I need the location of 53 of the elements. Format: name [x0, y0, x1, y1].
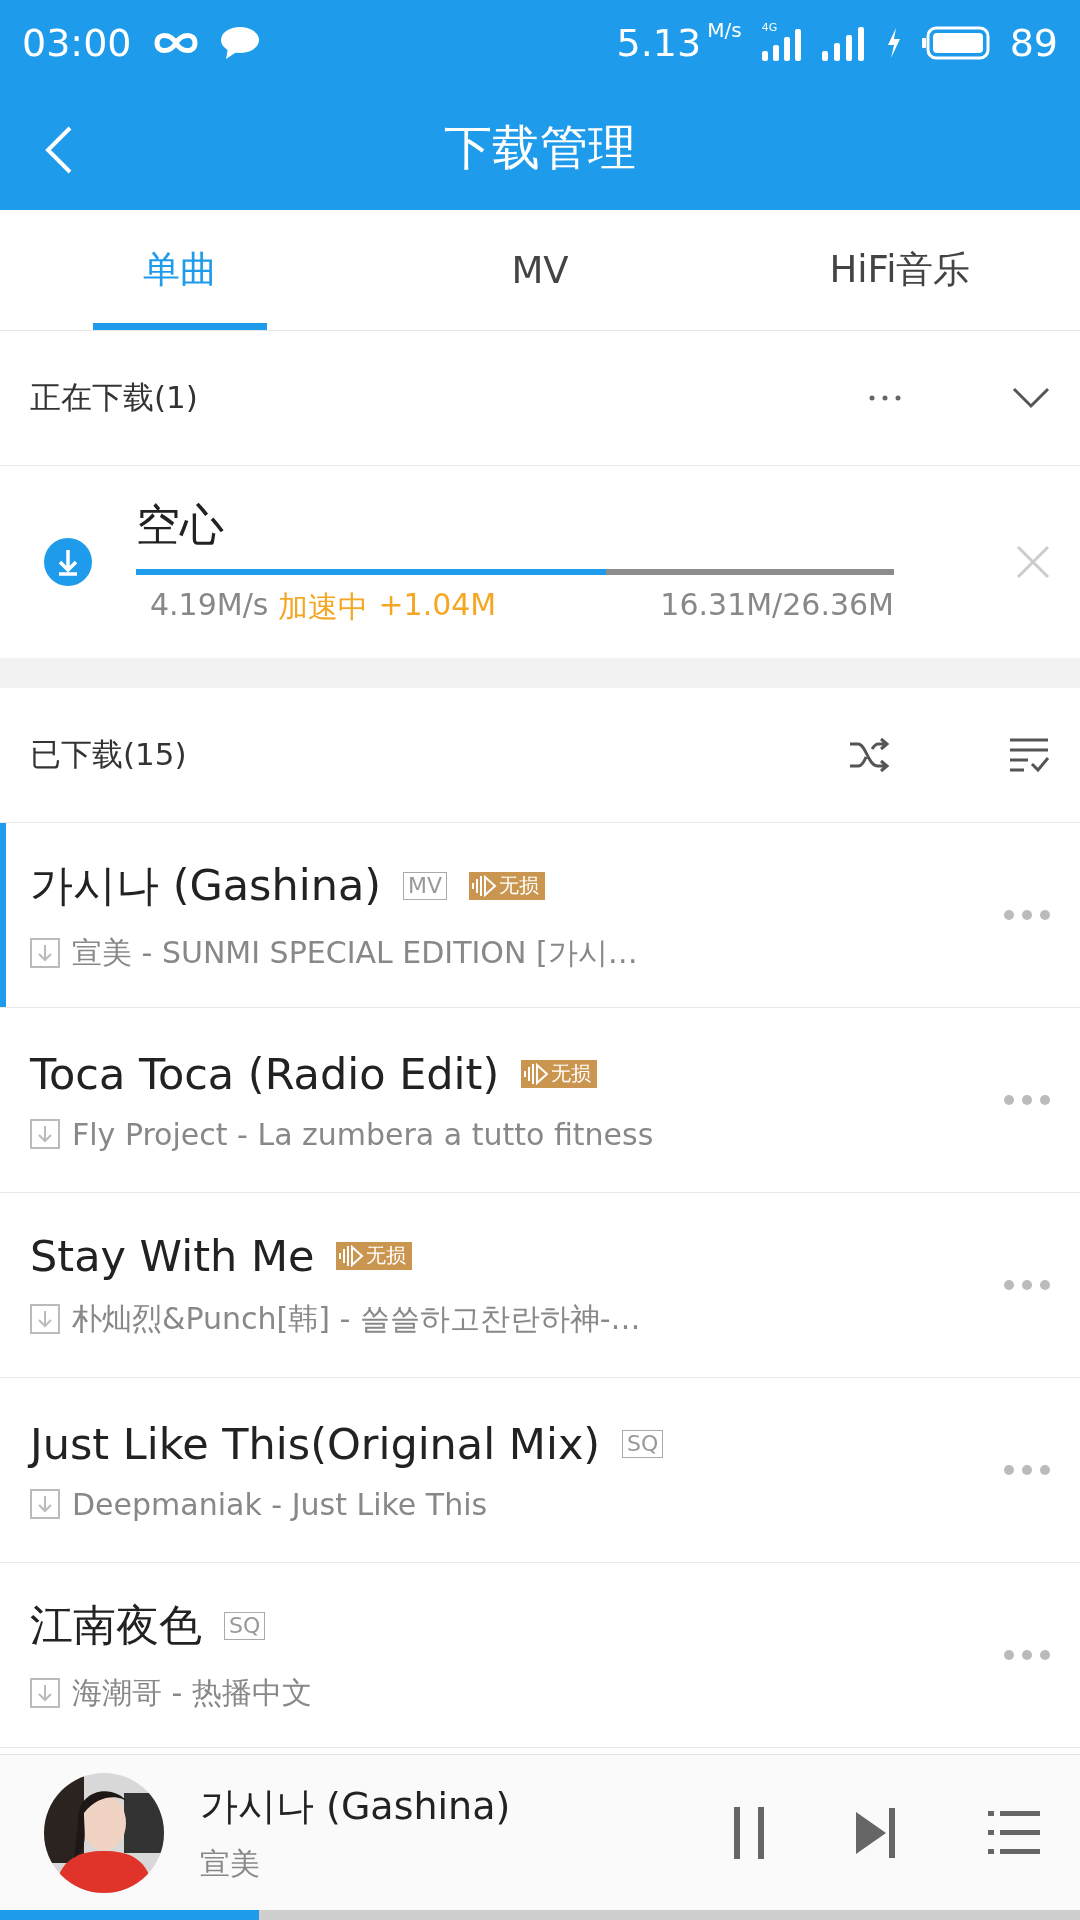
downloaded-icon	[30, 1304, 60, 1334]
song-title: 江南夜色	[30, 1598, 202, 1652]
downloaded-icon	[30, 938, 60, 968]
song-subtitle: 宣美 - SUNMI SPECIAL EDITION [가시…	[72, 933, 638, 972]
song-row[interactable]: 가시나 (Gashina) MV 无损 宣美 - SUNMI SPECIAL EDITION [가시…	[0, 823, 1080, 1008]
song-title: Stay With Me	[30, 1230, 315, 1281]
tab[interactable]: HiFi音乐	[720, 210, 1080, 330]
boost-label: 加速中	[278, 588, 369, 626]
now-playing-title: 가시나 (Gashina)	[200, 1782, 512, 1830]
song-title: 가시나 (Gashina)	[30, 858, 382, 912]
song-row[interactable]: Just Like This(Original Mix) SQ Deepmaniak - Just Like This	[0, 1378, 1080, 1563]
song-title: Toca Toca (Radio Edit)	[30, 1048, 500, 1099]
song-subtitle: Deepmaniak - Just Like This	[72, 1486, 488, 1522]
quality-badge: SQ	[622, 1429, 664, 1458]
tab[interactable]: MV	[360, 210, 720, 330]
downloaded-icon	[30, 1678, 60, 1708]
now-playing-artist: 宣美	[200, 1844, 261, 1883]
quality-badge: SQ	[224, 1611, 266, 1640]
download-speed: 4.19M/s	[150, 587, 269, 624]
download-size: 16.31M/26.36M	[660, 587, 894, 624]
pause-button[interactable]	[732, 1806, 766, 1859]
download-title: 空心	[136, 498, 225, 552]
next-button[interactable]	[856, 1807, 898, 1858]
chevron-down-icon[interactable]	[1012, 387, 1050, 409]
quality-badge: MV	[403, 871, 448, 900]
network-type: 4G	[761, 21, 778, 34]
lossless-badge: 无损	[336, 1241, 413, 1270]
lossless-badge: 无损	[521, 1059, 598, 1088]
section-title: 已下载(15)	[30, 735, 188, 774]
downloaded-icon	[30, 1489, 60, 1519]
chat-icon	[219, 26, 260, 60]
section-title: 正在下载(1)	[30, 378, 199, 417]
status-time: 03:00	[22, 21, 132, 65]
boost-amount: +1.04M	[378, 587, 497, 624]
multi-select-icon[interactable]	[1008, 736, 1050, 774]
page-title: 下载管理	[444, 118, 636, 177]
song-row[interactable]: Stay With Me 无损 朴灿烈&Punch[韩] - 쓸쓸하고찬란하神-…	[0, 1193, 1080, 1378]
more-icon[interactable]	[868, 394, 902, 402]
song-subtitle: Fly Project - La zumbera a tutto fitness	[72, 1116, 654, 1152]
lossless-badge: 无损	[469, 871, 546, 900]
song-row[interactable]: Toca Toca (Radio Edit) 无损 Fly Project - La zumbera a tutto fitness	[0, 1008, 1080, 1193]
song-subtitle: 朴灿烈&Punch[韩] - 쓸쓸하고찬란하神-…	[72, 1299, 641, 1338]
song-row[interactable]: 江南夜色 SQ 海潮哥 - 热播中文	[0, 1563, 1080, 1748]
downloaded-icon	[30, 1119, 60, 1149]
battery-icon	[921, 26, 990, 60]
download-icon	[44, 538, 92, 586]
speed-unit: M/s	[707, 18, 742, 42]
playlist-button[interactable]	[988, 1810, 1040, 1855]
signal-icon	[821, 25, 866, 61]
network-speed: 5.13	[616, 21, 702, 65]
battery-level: 89	[1009, 21, 1058, 65]
shuffle-icon[interactable]	[848, 736, 890, 774]
song-subtitle: 海潮哥 - 热播中文	[72, 1673, 312, 1712]
